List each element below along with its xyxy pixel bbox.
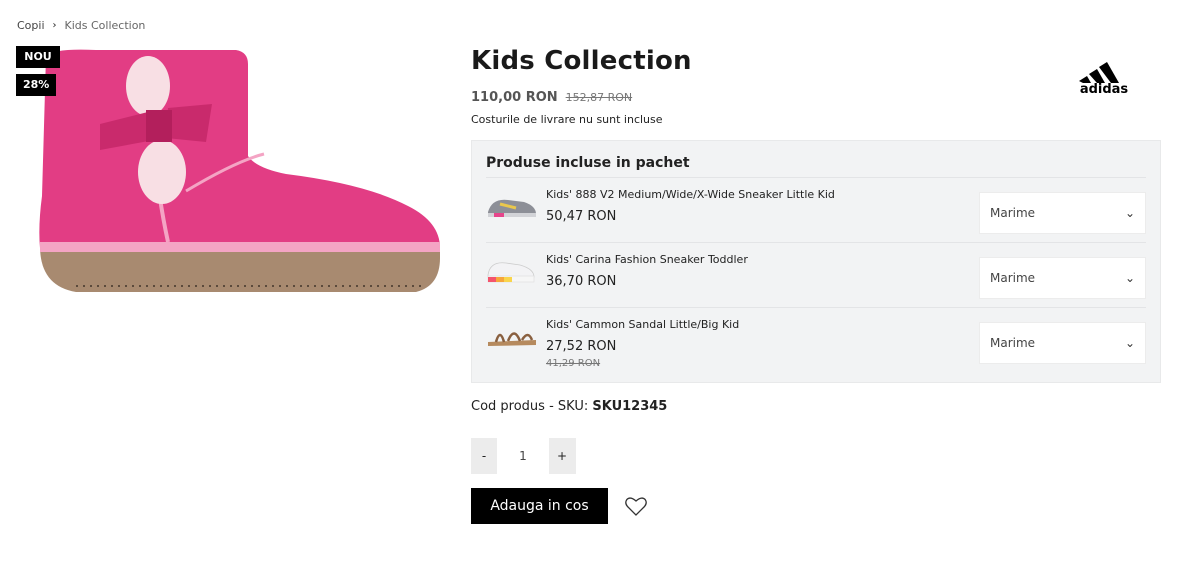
sku-value: SKU12345 — [592, 399, 668, 414]
boot-sole — [40, 246, 440, 292]
fur-pompom-top — [126, 56, 170, 116]
quantity-increase-button[interactable]: + — [549, 438, 575, 474]
bundle-item: Kids' Cammon Sandal Little/Big Kid 27,52… — [486, 307, 1146, 372]
bundle-title: Produse incluse in pachet — [486, 155, 690, 171]
shipping-note: Costurile de livrare nu sunt incluse — [471, 113, 663, 126]
product-gallery: NOU 28% — [16, 46, 440, 306]
fur-pompom-bottom — [138, 140, 186, 204]
brand-wordmark: adidas — [1080, 82, 1129, 94]
product-title: Kids Collection — [471, 46, 692, 76]
bundle-item: Kids' Carina Fashion Sneaker Toddler 36,… — [486, 242, 1146, 307]
breadcrumb-separator-icon: › — [52, 20, 57, 31]
breadcrumb-link-copii[interactable]: Copii — [17, 19, 45, 32]
product-image[interactable] — [36, 46, 441, 296]
product-info: Kids Collection adidas 110,00 RON 152,87… — [471, 46, 1161, 524]
heart-icon[interactable] — [624, 495, 648, 517]
old-price: 152,87 RON — [565, 91, 633, 104]
breadcrumb: Copii › Kids Collection — [17, 19, 145, 32]
bundle-item-price: 36,70 RON — [546, 274, 617, 289]
product-sku: Cod produs - SKU: SKU12345 — [471, 399, 1161, 414]
size-select-label: Marime — [990, 206, 1036, 220]
bundle-item: Kids' 888 V2 Medium/Wide/X-Wide Sneaker … — [486, 177, 1146, 242]
quantity-input[interactable] — [497, 438, 549, 474]
purchase-actions: Adauga in cos — [471, 488, 1161, 524]
bow-knot — [146, 110, 172, 142]
size-select-label: Marime — [990, 336, 1036, 350]
bundle-item-old-price: 41,29 RON — [546, 358, 601, 369]
sku-label: Cod produs - SKU: — [471, 399, 593, 414]
sneaker-thumbnail-icon[interactable] — [486, 255, 538, 285]
sneaker-thumbnail-icon[interactable] — [486, 190, 538, 220]
sandal-thumbnail-icon[interactable] — [486, 320, 538, 350]
chevron-down-icon: ⌄ — [1124, 336, 1135, 350]
bundle-item-name[interactable]: Kids' Cammon Sandal Little/Big Kid — [546, 318, 979, 331]
bundle-item-name[interactable]: Kids' Carina Fashion Sneaker Toddler — [546, 253, 979, 266]
bundle-item-price: 27,52 RON — [546, 339, 617, 354]
breadcrumb-current: Kids Collection — [64, 19, 146, 32]
size-select-label: Marime — [990, 271, 1036, 285]
bundle-item-price: 50,47 RON — [546, 209, 617, 224]
current-price: 110,00 RON — [471, 90, 558, 105]
chevron-down-icon: ⌄ — [1124, 206, 1135, 220]
adidas-logo-icon: adidas — [1079, 62, 1129, 94]
size-select[interactable]: Marime ⌄ — [979, 257, 1146, 299]
chevron-down-icon: ⌄ — [1124, 271, 1135, 285]
boot-body — [39, 49, 440, 248]
price-row: 110,00 RON 152,87 RON — [471, 90, 1161, 105]
boot-welt — [40, 242, 440, 252]
quantity-stepper: - + — [471, 438, 576, 474]
bundle-panel: Produse incluse in pachet Kids' 888 V2 M… — [471, 140, 1161, 383]
new-badge: NOU — [16, 46, 60, 68]
size-select[interactable]: Marime ⌄ — [979, 322, 1146, 364]
bow-right — [166, 104, 212, 142]
size-select[interactable]: Marime ⌄ — [979, 192, 1146, 234]
discount-badge: 28% — [16, 74, 56, 96]
bundle-item-name[interactable]: Kids' 888 V2 Medium/Wide/X-Wide Sneaker … — [546, 188, 979, 201]
quantity-decrease-button[interactable]: - — [471, 438, 497, 474]
add-to-cart-button[interactable]: Adauga in cos — [471, 488, 608, 524]
